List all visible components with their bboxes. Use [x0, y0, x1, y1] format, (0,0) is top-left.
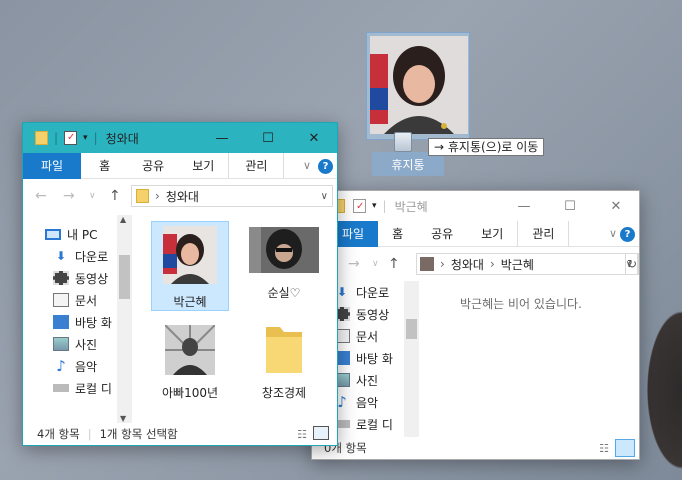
drag-ghost — [366, 32, 470, 140]
selection-count: 1개 항목 선택함 — [99, 427, 178, 441]
large-icons-view-icon[interactable] — [313, 426, 329, 440]
music-icon: ♪ — [56, 357, 66, 375]
help-icon[interactable]: ? — [620, 227, 635, 242]
nav-item-videos[interactable]: 동영상 — [23, 267, 117, 289]
properties-icon[interactable]: ✓ — [64, 131, 78, 145]
portrait-drag-image — [370, 36, 468, 134]
navigation-pane: 내 PC ⬇ 다운로 동영상 문서 바탕 화 사진 ♪ 음악 로컬 디 — [23, 223, 117, 423]
maximize-button[interactable]: ☐ — [547, 191, 593, 221]
wallpaper-figure — [642, 300, 682, 480]
large-icons-view-icon[interactable] — [615, 439, 635, 457]
tab-file[interactable]: 파일 — [23, 152, 82, 179]
minimize-button[interactable]: — — [501, 191, 547, 221]
minimize-button[interactable]: — — [199, 123, 245, 153]
document-icon — [53, 293, 69, 307]
status-bar: 4개 항목 | 1개 항목 선택함 ☷ — [23, 423, 337, 445]
explorer-window-bluehouse[interactable]: | ✓ ▾ | 청와대 — ☐ ✕ 파일 홈 공유 보기 관리 ∨ ? ← → … — [22, 122, 338, 446]
recent-dropdown-icon[interactable]: ∨ — [372, 259, 379, 269]
video-icon — [53, 271, 69, 285]
tab-share[interactable]: 공유 — [128, 153, 178, 179]
back-arrow-icon[interactable]: ← — [35, 188, 47, 204]
recycle-bin-icon — [394, 132, 412, 152]
breadcrumb-parent[interactable]: 청와대 — [451, 256, 484, 273]
item-count: 4개 항목 — [37, 427, 80, 441]
tab-manage[interactable]: 관리 — [228, 152, 285, 179]
window-title: 청와대 — [105, 131, 139, 146]
tab-share[interactable]: 공유 — [417, 221, 467, 247]
nav-scrollbar[interactable] — [404, 281, 419, 437]
file-name: 순실♡ — [267, 286, 301, 300]
forward-arrow-icon[interactable]: → — [63, 188, 75, 204]
scroll-thumb[interactable] — [406, 319, 417, 339]
close-button[interactable]: ✕ — [593, 191, 639, 221]
ribbon-expand-icon[interactable]: ∨ — [303, 159, 311, 172]
breadcrumb-current[interactable]: 박근혜 — [501, 256, 534, 273]
up-arrow-icon[interactable]: ↑ — [388, 256, 400, 272]
desktop-icon — [53, 315, 69, 329]
file-item-creative-economy[interactable]: 창조경제 — [245, 317, 323, 407]
scroll-down-icon[interactable]: ▼ — [120, 414, 126, 423]
nav-item-local-disk[interactable]: 로컬 디 — [23, 377, 117, 399]
address-dropdown-icon[interactable]: ∨ — [321, 191, 328, 202]
nav-item-desktop[interactable]: 바탕 화 — [23, 311, 117, 333]
photo-thumbnail — [249, 227, 319, 273]
forward-arrow-icon[interactable]: → — [348, 256, 360, 272]
portrait-thumbnail — [163, 226, 217, 284]
empty-folder-message: 박근혜는 비어 있습니다. — [460, 297, 582, 311]
maximize-button[interactable]: ☐ — [245, 123, 291, 153]
nav-item-music[interactable]: ♪ 음악 — [23, 355, 117, 377]
tab-view[interactable]: 보기 — [467, 221, 517, 247]
nav-item-this-pc[interactable]: 내 PC — [23, 223, 117, 245]
close-button[interactable]: ✕ — [291, 123, 337, 153]
details-view-icon[interactable]: ☷ — [297, 428, 307, 441]
pictures-icon — [53, 337, 69, 351]
refresh-icon[interactable]: ↻ — [625, 253, 639, 275]
drive-icon — [53, 384, 69, 392]
tab-home[interactable]: 홈 — [378, 221, 417, 247]
download-icon: ⬇ — [55, 249, 67, 263]
ribbon-tabs: 파일 홈 공유 보기 관리 ∨ ? — [23, 152, 337, 179]
quick-access-dropdown-icon[interactable]: ▾ — [372, 201, 377, 211]
folder-icon — [35, 131, 48, 145]
move-to-recycle-tooltip: → 휴지통(으)로 이동 — [428, 138, 545, 156]
address-bar-row: ← → ∨ ↑ › 청와대 › 박근혜 ∨ ↻ — [312, 247, 639, 281]
scroll-up-icon[interactable]: ▲ — [120, 215, 126, 224]
file-name: 아빠100년 — [161, 386, 219, 400]
ribbon-expand-icon[interactable]: ∨ — [609, 227, 617, 240]
quick-access-dropdown-icon[interactable]: ▾ — [83, 133, 88, 143]
folder-icon — [266, 327, 302, 373]
window-title: 박근혜 — [394, 199, 428, 214]
pc-icon — [45, 228, 61, 240]
recent-dropdown-icon[interactable]: ∨ — [89, 191, 96, 201]
folder-icon — [136, 189, 149, 203]
tab-view[interactable]: 보기 — [178, 153, 228, 179]
portrait-thumb-icon — [420, 257, 434, 271]
address-box[interactable]: › 청와대 › 박근혜 ∨ — [416, 253, 638, 275]
photo-thumbnail — [164, 324, 216, 375]
scroll-thumb[interactable] — [119, 255, 130, 299]
title-bar[interactable]: | ✓ ▾ | 청와대 — ☐ ✕ — [23, 123, 337, 153]
address-bar-row: ← → ∨ ↑ › 청와대 ∨ — [23, 179, 337, 213]
ribbon-tabs: 파일 홈 공유 보기 관리 ∨ ? — [312, 220, 639, 247]
file-item-father[interactable]: 아빠100년 — [151, 317, 229, 407]
file-name: 박근혜 — [173, 295, 207, 309]
nav-item-documents[interactable]: 문서 — [23, 289, 117, 311]
help-icon[interactable]: ? — [318, 159, 333, 174]
explorer-window-park[interactable]: ✓ ▾ | 박근혜 — ☐ ✕ 파일 홈 공유 보기 관리 ∨ ? ← → ∨ … — [311, 190, 640, 460]
up-arrow-icon[interactable]: ↑ — [109, 188, 121, 204]
file-item-park[interactable]: 박근혜 — [151, 221, 229, 311]
nav-item-downloads[interactable]: ⬇ 다운로 — [23, 245, 117, 267]
nav-item-pictures[interactable]: 사진 — [23, 333, 117, 355]
file-item-soonsil[interactable]: 순실♡ — [245, 221, 323, 311]
tab-manage[interactable]: 관리 — [517, 220, 570, 247]
address-box[interactable]: › 청와대 ∨ — [131, 185, 333, 207]
tab-home[interactable]: 홈 — [81, 153, 128, 179]
properties-icon[interactable]: ✓ — [353, 199, 366, 213]
breadcrumb-current[interactable]: 청와대 — [166, 188, 199, 205]
file-name: 창조경제 — [261, 386, 307, 400]
title-bar[interactable]: ✓ ▾ | 박근혜 — ☐ ✕ — [312, 191, 639, 221]
status-bar: 0개 항목 ☷ — [312, 437, 639, 459]
details-view-icon[interactable]: ☷ — [599, 442, 609, 455]
nav-scrollbar[interactable]: ▲ ▼ — [117, 215, 132, 423]
